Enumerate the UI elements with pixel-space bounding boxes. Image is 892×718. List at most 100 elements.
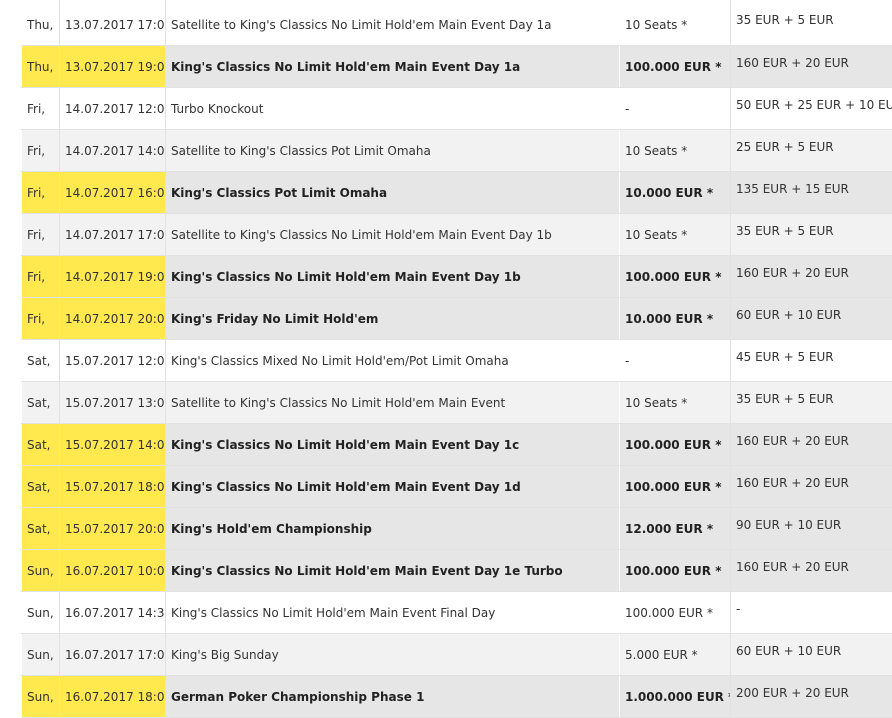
day-cell: Thu, — [22, 46, 60, 88]
event-name-cell: King's Classics Mixed No Limit Hold'em/P… — [166, 340, 620, 382]
table-row: Fri, 14.07.2017 20:00 King's Friday No L… — [22, 298, 892, 340]
prize-pool-cell: 100.000 EUR * — [620, 550, 731, 592]
day-cell: Sat, — [22, 466, 60, 508]
day-cell: Sat, — [22, 508, 60, 550]
prize-pool-cell: 100.000 EUR * — [620, 46, 731, 88]
buy-in-cell: 60 EUR + 10 EUR — [731, 298, 892, 340]
event-name-cell: Satellite to King's Classics No Limit Ho… — [166, 382, 620, 424]
event-name-cell: Satellite to King's Classics No Limit Ho… — [166, 214, 620, 256]
buy-in-cell: 45 EUR + 5 EUR — [731, 340, 892, 382]
date-cell: 14.07.2017 14:00 — [60, 130, 166, 172]
buy-in-cell: 35 EUR + 5 EUR — [731, 214, 892, 256]
event-name-cell: King's Classics No Limit Hold'em Main Ev… — [166, 46, 620, 88]
table-row: Fri, 14.07.2017 12:00 Turbo Knockout - 5… — [22, 88, 892, 130]
buy-in-cell: 50 EUR + 25 EUR + 10 EUR — [731, 88, 892, 130]
event-name-cell: King's Classics No Limit Hold'em Main Ev… — [166, 256, 620, 298]
date-cell: 14.07.2017 20:00 — [60, 298, 166, 340]
date-cell: 15.07.2017 18:00 — [60, 466, 166, 508]
day-cell: Fri, — [22, 256, 60, 298]
buy-in-cell: 35 EUR + 5 EUR — [731, 1, 892, 46]
date-cell: 13.07.2017 19:00 — [60, 46, 166, 88]
table-row: Thu, 13.07.2017 17:00 Satellite to King'… — [22, 1, 892, 46]
table-row: Fri, 14.07.2017 19:00 King's Classics No… — [22, 256, 892, 298]
buy-in-cell: 90 EUR + 10 EUR — [731, 508, 892, 550]
table-row: Sat, 15.07.2017 13:00 Satellite to King'… — [22, 382, 892, 424]
table-row: Sun, 16.07.2017 17:00 King's Big Sunday … — [22, 634, 892, 676]
table-row: Fri, 14.07.2017 14:00 Satellite to King'… — [22, 130, 892, 172]
date-cell: 15.07.2017 12:00 — [60, 340, 166, 382]
event-name-cell: King's Hold'em Championship — [166, 508, 620, 550]
buy-in-cell: 25 EUR + 5 EUR — [731, 130, 892, 172]
date-cell: 15.07.2017 13:00 — [60, 382, 166, 424]
prize-pool-cell: 1.000.000 EUR * — [620, 676, 731, 718]
table-row: Fri, 14.07.2017 16:00 King's Classics Po… — [22, 172, 892, 214]
prize-pool-cell: 100.000 EUR * — [620, 256, 731, 298]
day-cell: Sun, — [22, 592, 60, 634]
buy-in-cell: 160 EUR + 20 EUR — [731, 466, 892, 508]
event-name-cell: King's Friday No Limit Hold'em — [166, 298, 620, 340]
day-cell: Fri, — [22, 298, 60, 340]
buy-in-cell: 200 EUR + 20 EUR — [731, 676, 892, 718]
table-row: Sat, 15.07.2017 18:00 King's Classics No… — [22, 466, 892, 508]
date-cell: 15.07.2017 14:00 — [60, 424, 166, 466]
day-cell: Fri, — [22, 214, 60, 256]
event-name-cell: Satellite to King's Classics Pot Limit O… — [166, 130, 620, 172]
buy-in-cell: - — [731, 592, 892, 634]
date-cell: 15.07.2017 20:00 — [60, 508, 166, 550]
event-name-cell: King's Classics No Limit Hold'em Main Ev… — [166, 592, 620, 634]
table-row: Sat, 15.07.2017 14:00 King's Classics No… — [22, 424, 892, 466]
buy-in-cell: 35 EUR + 5 EUR — [731, 382, 892, 424]
day-cell: Sun, — [22, 634, 60, 676]
date-cell: 14.07.2017 16:00 — [60, 172, 166, 214]
buy-in-cell: 60 EUR + 10 EUR — [731, 634, 892, 676]
date-cell: 16.07.2017 17:00 — [60, 634, 166, 676]
date-cell: 14.07.2017 17:00 — [60, 214, 166, 256]
table-row: Sun, 16.07.2017 10:00 King's Classics No… — [22, 550, 892, 592]
prize-pool-cell: 100.000 EUR * — [620, 466, 731, 508]
buy-in-cell: 160 EUR + 20 EUR — [731, 46, 892, 88]
buy-in-cell: 160 EUR + 20 EUR — [731, 550, 892, 592]
buy-in-cell: 160 EUR + 20 EUR — [731, 424, 892, 466]
schedule-body: Thu, 13.07.2017 17:00 Satellite to King'… — [22, 1, 892, 718]
day-cell: Fri, — [22, 172, 60, 214]
prize-pool-cell: - — [620, 340, 731, 382]
event-name-cell: King's Big Sunday — [166, 634, 620, 676]
day-cell: Sat, — [22, 382, 60, 424]
date-cell: 16.07.2017 10:00 — [60, 550, 166, 592]
table-row: Sun, 16.07.2017 18:00 German Poker Champ… — [22, 676, 892, 718]
buy-in-cell: 160 EUR + 20 EUR — [731, 256, 892, 298]
day-cell: Sun, — [22, 550, 60, 592]
day-cell: Thu, — [22, 1, 60, 46]
schedule-table: Thu, 13.07.2017 17:00 Satellite to King'… — [21, 0, 892, 718]
buy-in-cell: 135 EUR + 15 EUR — [731, 172, 892, 214]
prize-pool-cell: 12.000 EUR * — [620, 508, 731, 550]
event-name-cell: Turbo Knockout — [166, 88, 620, 130]
date-cell: 13.07.2017 17:00 — [60, 1, 166, 46]
prize-pool-cell: 10.000 EUR * — [620, 172, 731, 214]
day-cell: Fri, — [22, 88, 60, 130]
tournament-schedule: Thu, 13.07.2017 17:00 Satellite to King'… — [21, 0, 892, 718]
prize-pool-cell: 5.000 EUR * — [620, 634, 731, 676]
table-row: Fri, 14.07.2017 17:00 Satellite to King'… — [22, 214, 892, 256]
prize-pool-cell: 10 Seats * — [620, 130, 731, 172]
day-cell: Sun, — [22, 676, 60, 718]
prize-pool-cell: 100.000 EUR * — [620, 424, 731, 466]
date-cell: 16.07.2017 18:00 — [60, 676, 166, 718]
date-cell: 14.07.2017 19:00 — [60, 256, 166, 298]
prize-pool-cell: - — [620, 88, 731, 130]
event-name-cell: Satellite to King's Classics No Limit Ho… — [166, 1, 620, 46]
day-cell: Fri, — [22, 130, 60, 172]
table-row: Sat, 15.07.2017 12:00 King's Classics Mi… — [22, 340, 892, 382]
event-name-cell: German Poker Championship Phase 1 — [166, 676, 620, 718]
day-cell: Sat, — [22, 424, 60, 466]
prize-pool-cell: 10 Seats * — [620, 1, 731, 46]
date-cell: 16.07.2017 14:30 — [60, 592, 166, 634]
prize-pool-cell: 100.000 EUR * — [620, 592, 731, 634]
prize-pool-cell: 10 Seats * — [620, 382, 731, 424]
prize-pool-cell: 10 Seats * — [620, 214, 731, 256]
prize-pool-cell: 10.000 EUR * — [620, 298, 731, 340]
event-name-cell: King's Classics No Limit Hold'em Main Ev… — [166, 466, 620, 508]
table-row: Thu, 13.07.2017 19:00 King's Classics No… — [22, 46, 892, 88]
table-row: Sat, 15.07.2017 20:00 King's Hold'em Cha… — [22, 508, 892, 550]
table-row: Sun, 16.07.2017 14:30 King's Classics No… — [22, 592, 892, 634]
